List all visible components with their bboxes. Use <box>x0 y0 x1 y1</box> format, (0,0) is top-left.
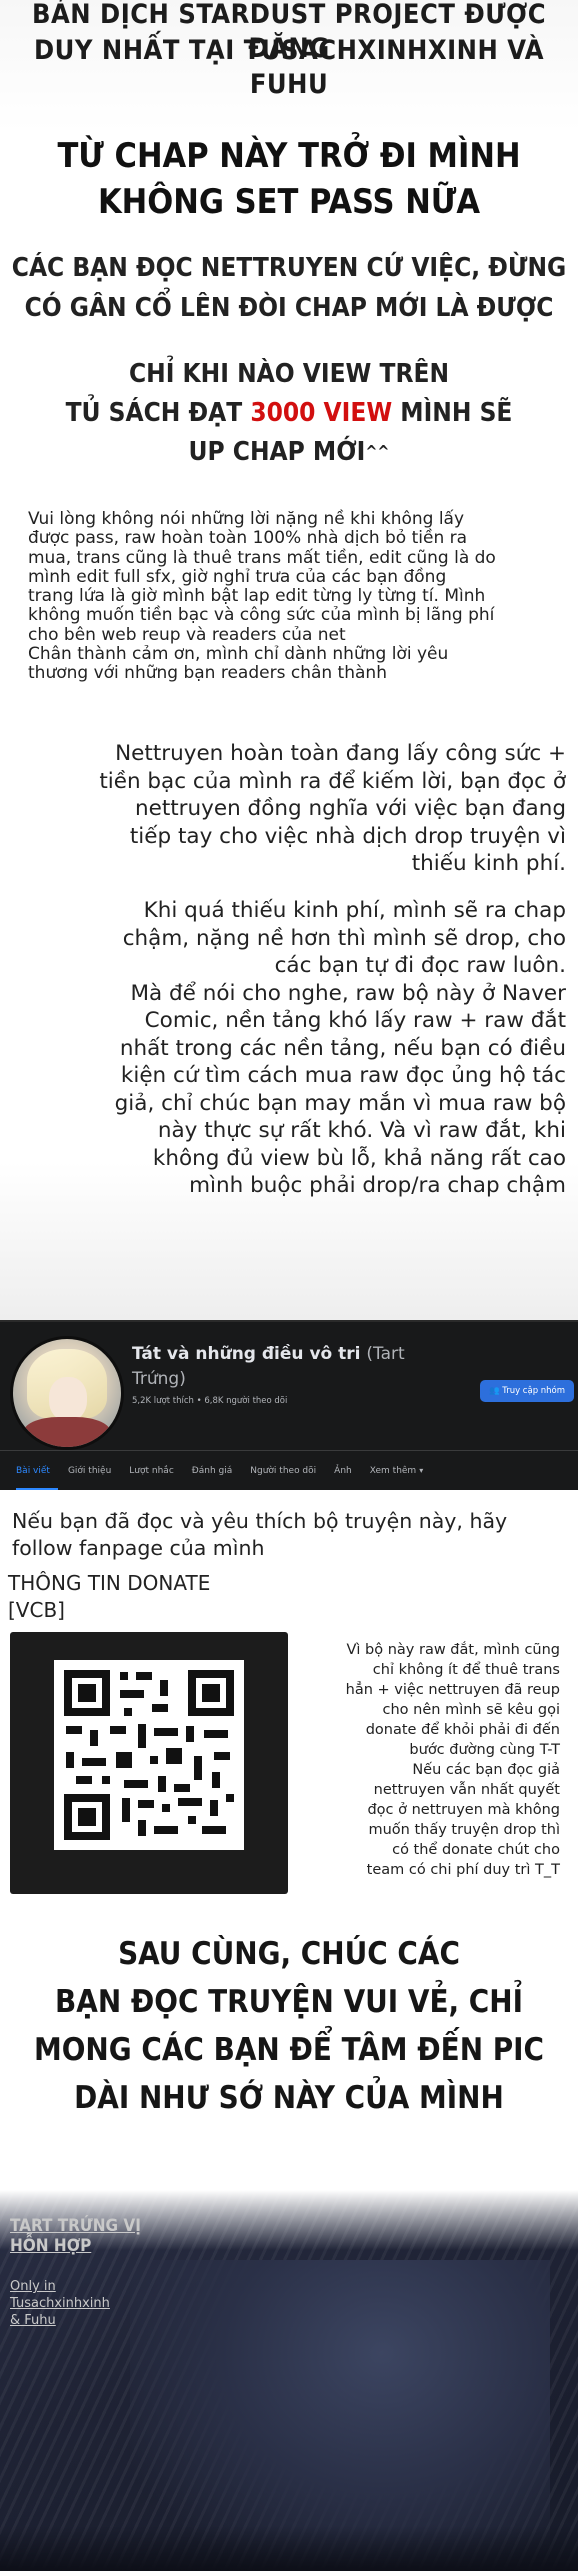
donate-title-line2: [VCB] <box>8 1598 65 1622</box>
avatar-face <box>49 1377 87 1421</box>
page-name-text[interactable]: Tát và những điều vô tri <box>132 1344 360 1364</box>
signature-line-1: TART TRỨNG VỊ <box>10 2216 141 2236</box>
closing-artwork: TART TRỨNG VỊ HỖN HỢP Only in Tusachxinh… <box>0 2190 578 2571</box>
chevron-down-icon: ▾ <box>419 1466 424 1475</box>
page-name[interactable]: Tát và những điều vô tri (Tart Trứng) <box>132 1342 462 1392</box>
avatar-body <box>23 1417 111 1447</box>
view-line-1: CHỈ KHI NÀO VIEW TRÊN <box>128 359 450 389</box>
view-line-3: UP CHAP MỚI^^ <box>0 433 578 471</box>
notice-heading-2: KHÔNG SET PASS NỮA <box>97 182 481 222</box>
signature-line-2: HỖN HỢP <box>10 2236 92 2256</box>
visit-group-button[interactable]: 👥 Truy cập nhóm <box>480 1380 574 1402</box>
nettruyen-paragraph: Nettruyen hoàn toàn đang lấy công sức + … <box>99 741 566 876</box>
view-line-2: TỦ SÁCH ĐẠT 3000 VIEW MÌNH SẼ <box>0 394 578 432</box>
facebook-page-card: Tát và những điều vô tri (Tart Trứng) 5,… <box>0 1320 578 1492</box>
donate-section: Nếu bạn đã đọc và yêu thích bộ truyện nà… <box>0 1490 578 2210</box>
warning-paragraph: Vui lòng không nói những lời nặng nề khi… <box>28 509 496 684</box>
closing-line-4: DÀI NHƯ SỚ NÀY CỦA MÌNH <box>74 2080 504 2116</box>
card-divider <box>0 1450 578 1451</box>
closing-line-1: SAU CÙNG, CHÚC CÁC <box>118 1936 460 1972</box>
notice-sub-1: CÁC BẠN ĐỌC NETTRUYEN CỨ VIỆC, ĐỪNG <box>11 253 567 283</box>
closing-line-3: MONG CÁC BẠN ĐỂ TÂM ĐẾN PIC <box>33 2032 545 2068</box>
view-line-2-pre: TỦ SÁCH ĐẠT <box>65 398 251 428</box>
tab-about[interactable]: Giới thiệu <box>68 1466 111 1476</box>
signature-small: Only in Tusachxinhxinh & Fuhu <box>10 2279 110 2328</box>
view-line-3-sup: ^^ <box>365 442 390 461</box>
tab-more-label: Xem thêm <box>369 1466 417 1476</box>
view-line-2-post: MÌNH SẼ <box>392 398 513 428</box>
qr-card <box>10 1632 288 1894</box>
page-tabs: Bài viết Giới thiệu Lượt nhắc Đánh giá N… <box>16 1466 423 1476</box>
tab-photos[interactable]: Ảnh <box>334 1466 352 1476</box>
notice-heading-1: TỪ CHAP NÀY TRỞ ĐI MÌNH <box>57 136 521 176</box>
artwork-bottom-fade <box>0 2526 578 2571</box>
tab-more[interactable]: Xem thêm ▾ <box>370 1466 423 1476</box>
view-target-highlight: 3000 VIEW <box>250 398 393 428</box>
tab-posts[interactable]: Bài viết <box>16 1466 50 1476</box>
notice-sub-2: CÓ GÂN CỔ LÊN ĐÒI CHAP MỚI LÀ ĐƯỢC <box>24 293 554 323</box>
follow-fanpage-text: Nếu bạn đã đọc và yêu thích bộ truyện nà… <box>12 1509 508 1560</box>
page-stats: 5,2K lượt thích • 6,8K người theo dõi <box>132 1396 288 1406</box>
donate-title: THÔNG TIN DONATE [VCB] <box>8 1570 210 1624</box>
donate-note: Vì bộ này raw đắt, mình cũng chỉ không í… <box>345 1642 560 1878</box>
notice-section: BẢN DỊCH STARDUST PROJECT ĐƯỢC ĐĂNG DUY … <box>0 0 578 1320</box>
credit-line-2: DUY NHẤT TẠI TUSACHXINHXINH VÀ FUHU <box>33 35 545 100</box>
donate-title-line1: THÔNG TIN DONATE <box>8 1571 211 1595</box>
raw-cost-paragraph: Khi quá thiếu kinh phí, mình sẽ ra chap … <box>114 898 566 1198</box>
closing-line-2: BẠN ĐỌC TRUYỆN VUI VẺ, CHỈ <box>55 1984 523 2020</box>
page-avatar[interactable] <box>10 1336 124 1450</box>
qr-code-image <box>54 1660 244 1850</box>
view-line-3-text: UP CHAP MỚI <box>188 437 366 467</box>
tab-reviews[interactable]: Đánh giá <box>192 1466 233 1476</box>
tab-followers[interactable]: Người theo dõi <box>250 1466 316 1476</box>
group-icon: 👥 <box>488 1386 500 1396</box>
qr-code-icon <box>54 1660 244 1850</box>
signature-title: TART TRỨNG VỊ HỖN HỢP <box>10 2216 210 2256</box>
visit-group-label: Truy cập nhóm <box>502 1386 566 1396</box>
tab-mentions[interactable]: Lượt nhắc <box>129 1466 174 1476</box>
